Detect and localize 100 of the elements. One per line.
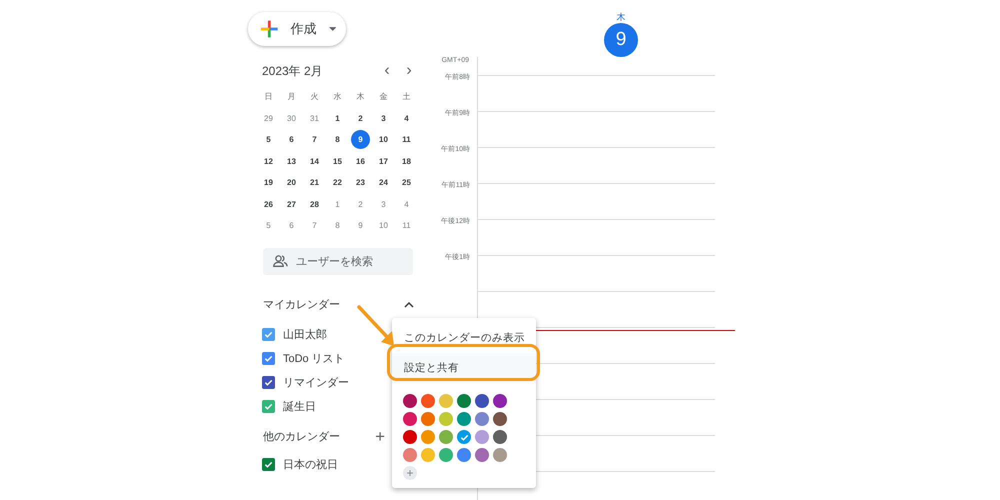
check-icon: [460, 432, 468, 442]
people-icon: [273, 255, 288, 267]
caret-icon: [328, 27, 336, 31]
date-cell[interactable]: 16: [351, 152, 370, 171]
check-icon: [264, 460, 273, 469]
checkbox[interactable]: [262, 376, 275, 389]
calendar-name: 誕生日: [283, 400, 316, 414]
date-cell[interactable]: 4: [397, 108, 416, 128]
color-swatch[interactable]: [421, 448, 435, 462]
color-swatch[interactable]: [403, 430, 417, 444]
checkbox[interactable]: [262, 458, 275, 471]
color-swatch[interactable]: [439, 430, 453, 444]
color-swatch[interactable]: [403, 448, 417, 462]
plus-icon: [260, 19, 279, 39]
color-swatch[interactable]: [439, 448, 453, 462]
weekday-label: 日: [264, 91, 274, 104]
date-cell[interactable]: 9: [351, 130, 370, 150]
date-cell[interactable]: 2: [351, 108, 370, 128]
check-icon: [264, 330, 273, 339]
color-swatch[interactable]: [457, 430, 471, 444]
date-cell[interactable]: 10: [374, 216, 393, 236]
collapse-button[interactable]: [404, 302, 414, 308]
date-cell[interactable]: 7: [305, 216, 324, 236]
color-swatch[interactable]: [493, 448, 507, 462]
color-swatch[interactable]: [421, 394, 435, 408]
date-cell[interactable]: 12: [259, 152, 278, 171]
pointer-arrow: [357, 305, 394, 346]
color-swatch[interactable]: [475, 394, 489, 408]
weekday-label: 土: [402, 91, 412, 104]
date-cell[interactable]: 11: [397, 216, 416, 236]
date-cell[interactable]: 30: [282, 108, 301, 128]
checkbox[interactable]: [262, 352, 275, 365]
color-swatch[interactable]: [421, 412, 435, 426]
date-cell[interactable]: 2: [351, 194, 370, 214]
next-button[interactable]: ›: [398, 63, 420, 79]
checkbox[interactable]: [262, 400, 275, 413]
date-cell[interactable]: 22: [328, 173, 347, 192]
color-swatch[interactable]: [493, 430, 507, 444]
date-cell[interactable]: 9: [351, 216, 370, 236]
color-swatch[interactable]: [493, 412, 507, 426]
date-cell[interactable]: 10: [374, 130, 393, 150]
date-cell[interactable]: 27: [282, 194, 301, 214]
weekday-label: 月: [286, 91, 296, 104]
color-swatch[interactable]: [439, 412, 453, 426]
date-cell[interactable]: 28: [305, 194, 324, 214]
color-swatch[interactable]: [475, 412, 489, 426]
date-cell[interactable]: 6: [282, 216, 301, 236]
date-cell[interactable]: 14: [305, 152, 324, 171]
date-cell[interactable]: 7: [305, 130, 324, 150]
date-cell[interactable]: 26: [259, 194, 278, 214]
date-cell[interactable]: 4: [397, 194, 416, 214]
weekday-label: 木: [616, 11, 626, 23]
weekday-label: 金: [378, 91, 388, 104]
date-cell[interactable]: 8: [328, 130, 347, 150]
calendar-name: リマインダー: [283, 376, 349, 390]
date-cell[interactable]: 25: [397, 173, 416, 192]
date-cell[interactable]: 21: [305, 173, 324, 192]
date-cell[interactable]: 8: [328, 216, 347, 236]
date-cell[interactable]: 20: [282, 173, 301, 192]
date-cell[interactable]: 24: [374, 173, 393, 192]
date-cell[interactable]: 6: [282, 130, 301, 150]
check-icon: [264, 378, 273, 387]
menu-item[interactable]: このカレンダーのみ表示: [392, 323, 536, 353]
date-cell[interactable]: 3: [374, 108, 393, 128]
date-cell[interactable]: 3: [374, 194, 393, 214]
color-swatch[interactable]: [457, 412, 471, 426]
previous-button[interactable]: ‹: [376, 63, 398, 79]
date-cell[interactable]: 5: [259, 216, 278, 236]
check-icon: [264, 402, 273, 411]
weekday-label: 木: [356, 91, 366, 104]
section-title: マイカレンダー: [263, 298, 340, 312]
date-cell[interactable]: 11: [397, 130, 416, 150]
color-swatch[interactable]: [457, 394, 471, 408]
today-date[interactable]: 9: [604, 23, 638, 57]
search-field[interactable]: ユーザーを検索: [263, 248, 413, 274]
menu-item[interactable]: 設定と共有: [392, 353, 536, 383]
date-cell[interactable]: 5: [259, 130, 278, 150]
date-cell[interactable]: 15: [328, 152, 347, 171]
calendar-name: 山田太郎: [283, 328, 327, 342]
create-button[interactable]: 作成: [248, 12, 346, 46]
date-cell[interactable]: 18: [397, 152, 416, 171]
color-swatch[interactable]: [421, 430, 435, 444]
checkbox[interactable]: [262, 328, 275, 341]
color-swatch[interactable]: [493, 394, 507, 408]
color-swatch[interactable]: [475, 430, 489, 444]
date-cell[interactable]: 13: [282, 152, 301, 171]
color-swatch[interactable]: [403, 394, 417, 408]
date-cell[interactable]: 19: [259, 173, 278, 192]
date-cell[interactable]: 17: [374, 152, 393, 171]
date-cell[interactable]: 1: [328, 108, 347, 128]
color-swatch[interactable]: [439, 394, 453, 408]
color-swatch[interactable]: [475, 448, 489, 462]
weekday-label: 水: [332, 91, 342, 104]
add-button[interactable]: +: [375, 430, 385, 444]
color-swatch[interactable]: [403, 412, 417, 426]
date-cell[interactable]: 29: [259, 108, 278, 128]
color-swatch[interactable]: [457, 448, 471, 462]
date-cell[interactable]: 31: [305, 108, 324, 128]
date-cell[interactable]: 1: [328, 194, 347, 214]
date-cell[interactable]: 23: [351, 173, 370, 192]
